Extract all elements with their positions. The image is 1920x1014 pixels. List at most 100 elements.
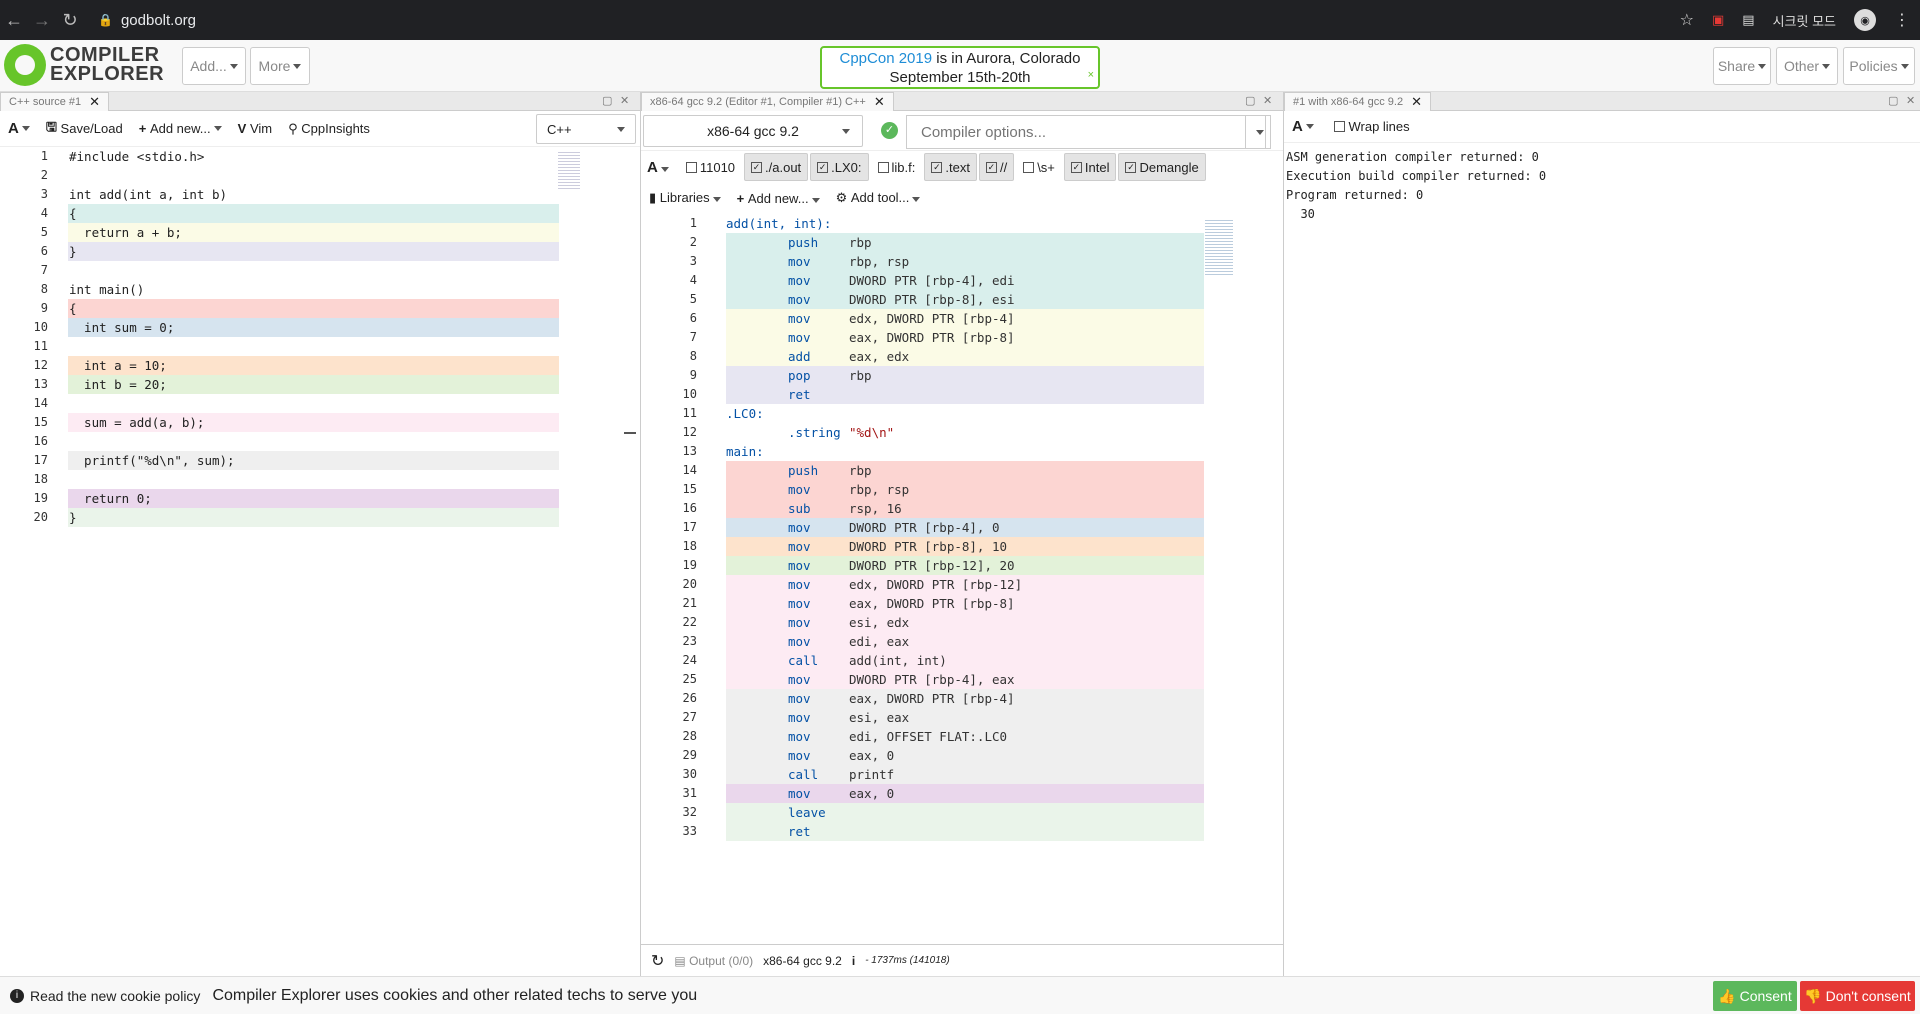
consent-button[interactable]: 👍 Consent xyxy=(1713,981,1797,1011)
asm-operands[interactable]: DWORD PTR [rbp-8], esi xyxy=(849,290,1015,309)
asm-opcode[interactable]: .string xyxy=(788,423,841,442)
dont-consent-button[interactable]: 👎 Don't consent xyxy=(1800,981,1915,1011)
compiler-options-input[interactable] xyxy=(906,115,1266,149)
asm-operands[interactable]: eax, 0 xyxy=(849,784,894,803)
share-button[interactable]: Share xyxy=(1713,47,1771,85)
logo[interactable]: COMPILER EXPLORER xyxy=(4,44,164,86)
asm-opcode[interactable]: add xyxy=(788,347,811,366)
asm-opcode[interactable]: mov xyxy=(788,670,811,689)
incognito-label[interactable]: 시크릿 모드 xyxy=(1773,11,1836,30)
font-size-button[interactable]: A xyxy=(647,159,669,176)
asm-opcode[interactable]: mov xyxy=(788,480,811,499)
options-dropdown-button[interactable] xyxy=(1245,115,1271,149)
asm-operands[interactable]: rsp, 16 xyxy=(849,499,902,518)
asm-opcode[interactable]: mov xyxy=(788,594,811,613)
close-icon[interactable]: ✕ xyxy=(874,94,885,110)
asm-opcode[interactable]: mov xyxy=(788,309,811,328)
asm-opcode[interactable]: push xyxy=(788,461,818,480)
filter-0-toggle[interactable]: 11010 xyxy=(679,153,742,181)
asm-opcode[interactable]: mov xyxy=(788,613,811,632)
add-menu-button[interactable]: Add... xyxy=(182,47,246,85)
forward-icon[interactable]: → xyxy=(28,10,56,31)
asm-opcode[interactable]: push xyxy=(788,233,818,252)
lock-icon[interactable]: 🔒 xyxy=(98,13,113,27)
filter-7-toggle[interactable]: ✓ Intel xyxy=(1063,153,1117,181)
incognito-icon[interactable]: ◉ xyxy=(1854,9,1876,31)
asm-operands[interactable]: DWORD PTR [rbp-4], eax xyxy=(849,670,1015,689)
asm-operands[interactable]: DWORD PTR [rbp-4], edi xyxy=(849,271,1015,290)
asm-operands[interactable]: "%d\n" xyxy=(849,423,894,442)
asm-operands[interactable]: edx, DWORD PTR [rbp-12] xyxy=(849,575,1022,594)
pdf-extension-icon[interactable]: ▣ xyxy=(1712,12,1724,28)
close-icon[interactable]: ✕ xyxy=(89,94,100,110)
asm-opcode[interactable]: ret xyxy=(788,822,811,841)
asm-opcode[interactable]: mov xyxy=(788,252,811,271)
banner-link[interactable]: CppCon 2019 xyxy=(840,50,933,67)
code-line[interactable]: } xyxy=(69,242,77,261)
asm-opcode[interactable]: mov xyxy=(788,708,811,727)
cookie-policy-link[interactable]: Read the new cookie policy xyxy=(30,988,200,1004)
asm-opcode[interactable]: ret xyxy=(788,385,811,404)
output-button[interactable]: ▤ Output (0/0) xyxy=(674,954,753,968)
code-line[interactable]: return 0; xyxy=(69,489,152,508)
asm-opcode[interactable]: pop xyxy=(788,366,811,385)
asm-operands[interactable]: rbp xyxy=(849,461,872,480)
asm-operands[interactable]: esi, edx xyxy=(849,613,909,632)
filter-3-toggle[interactable]: lib.f: xyxy=(871,153,923,181)
add-tool-button[interactable]: ⚙ Add tool... xyxy=(836,190,921,206)
asm-operands[interactable]: rbp, rsp xyxy=(849,480,909,499)
code-line[interactable]: int a = 10; xyxy=(69,356,167,375)
banner-close-icon[interactable]: × xyxy=(1088,66,1094,85)
extension-icon[interactable]: ▤ xyxy=(1742,12,1754,28)
asm-opcode[interactable]: mov xyxy=(788,727,811,746)
filter-1-toggle[interactable]: ✓ ./a.out xyxy=(744,153,809,181)
asm-operands[interactable]: eax, edx xyxy=(849,347,909,366)
reload-icon[interactable]: ↻ xyxy=(56,10,84,31)
font-size-button[interactable]: A xyxy=(1292,118,1314,135)
asm-operands[interactable]: eax, DWORD PTR [rbp-8] xyxy=(849,328,1015,347)
add-new-pane-button[interactable]: + Add new... xyxy=(737,191,820,206)
asm-opcode[interactable]: mov xyxy=(788,575,811,594)
policies-button[interactable]: Policies xyxy=(1843,47,1915,85)
asm-operands[interactable]: edi, eax xyxy=(849,632,909,651)
save-load-button[interactable]: 🖫 Save/Load xyxy=(46,118,123,140)
tab-execution[interactable]: #1 with x86-64 gcc 9.2 ✕ xyxy=(1284,92,1431,111)
cppinsights-button[interactable]: ⚲ CppInsights xyxy=(288,121,370,137)
asm-opcode[interactable]: leave xyxy=(788,803,826,822)
asm-operands[interactable]: DWORD PTR [rbp-4], 0 xyxy=(849,518,1000,537)
code-line[interactable]: { xyxy=(69,299,77,318)
other-button[interactable]: Other xyxy=(1776,47,1838,85)
code-line[interactable]: return a + b; xyxy=(69,223,182,242)
font-size-button[interactable]: A xyxy=(8,120,30,137)
tab-compiler[interactable]: x86-64 gcc 9.2 (Editor #1, Compiler #1) … xyxy=(641,92,894,111)
filter-8-toggle[interactable]: ✓ Demangle xyxy=(1118,153,1206,181)
asm-opcode[interactable]: mov xyxy=(788,632,811,651)
asm-operands[interactable]: DWORD PTR [rbp-8], 10 xyxy=(849,537,1007,556)
asm-opcode[interactable]: mov xyxy=(788,746,811,765)
asm-output[interactable]: 1 add(int, int): 2 push rbp 3 mov rbp, rsp 4 mov D… xyxy=(641,214,1283,944)
asm-operands[interactable]: eax, DWORD PTR [rbp-4] xyxy=(849,689,1015,708)
code-line[interactable]: { xyxy=(69,204,77,223)
asm-operands[interactable]: rbp xyxy=(849,233,872,252)
maximize-icon[interactable]: ▢ xyxy=(1888,94,1898,107)
tab-source[interactable]: C++ source #1 ✕ xyxy=(0,92,110,111)
close-icon[interactable]: ✕ xyxy=(1411,94,1422,110)
maximize-icon[interactable]: ▢ xyxy=(602,94,612,107)
wrap-lines-checkbox[interactable]: Wrap lines xyxy=(1333,119,1410,134)
splitter[interactable] xyxy=(624,432,636,434)
asm-operands[interactable]: esi, eax xyxy=(849,708,909,727)
filter-5-toggle[interactable]: ✓// xyxy=(978,153,1015,181)
filter-6-toggle[interactable]: \s+ xyxy=(1016,153,1062,181)
minimap[interactable] xyxy=(558,150,580,190)
close-pane-icon[interactable]: ✕ xyxy=(620,94,629,107)
close-pane-icon[interactable]: ✕ xyxy=(1906,94,1915,107)
asm-minimap[interactable] xyxy=(1205,218,1233,276)
code-line[interactable]: int b = 20; xyxy=(69,375,167,394)
asm-operands[interactable]: eax, 0 xyxy=(849,746,894,765)
asm-operands[interactable]: printf xyxy=(849,765,894,784)
asm-opcode[interactable]: call xyxy=(788,651,818,670)
code-line[interactable]: } xyxy=(69,508,77,527)
asm-opcode[interactable]: mov xyxy=(788,689,811,708)
asm-label[interactable]: add(int, int): xyxy=(726,214,831,233)
code-line[interactable]: #include <stdio.h> xyxy=(69,147,204,166)
